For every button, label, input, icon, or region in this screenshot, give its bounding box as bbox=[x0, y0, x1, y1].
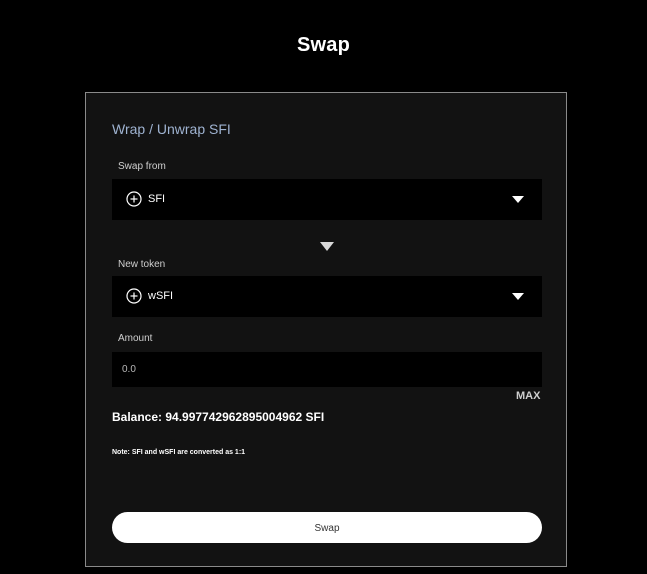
page-title: Swap bbox=[296, 34, 351, 56]
wrap-unwrap-panel: Wrap / Unwrap SFI Swap from SFI New toke… bbox=[85, 92, 567, 567]
triangle-down-icon[interactable] bbox=[320, 242, 334, 251]
balance-text: Balance: 94.997742962895004962 SFI bbox=[112, 410, 325, 424]
swap-page: Swap Wrap / Unwrap SFI Swap from SFI New… bbox=[0, 0, 647, 574]
chevron-down-icon bbox=[512, 293, 524, 300]
swap-from-select[interactable]: SFI bbox=[112, 179, 542, 220]
new-token-select[interactable]: wSFI bbox=[112, 276, 542, 317]
conversion-note: Note: SFI and wSFI are converted as 1:1 bbox=[112, 449, 246, 456]
amount-input[interactable] bbox=[112, 352, 542, 387]
amount-label: Amount bbox=[118, 333, 153, 344]
plus-circle-icon bbox=[126, 191, 142, 207]
swap-button[interactable]: Swap bbox=[112, 512, 542, 543]
chevron-down-icon bbox=[512, 196, 524, 203]
plus-circle-icon bbox=[126, 288, 142, 304]
new-token-label: New token bbox=[118, 259, 166, 270]
max-button[interactable]: MAX bbox=[516, 390, 540, 402]
panel-heading: Wrap / Unwrap SFI bbox=[112, 121, 231, 137]
new-token-name: wSFI bbox=[148, 290, 174, 302]
swap-from-label: Swap from bbox=[118, 161, 166, 172]
swap-from-token: SFI bbox=[148, 193, 166, 205]
